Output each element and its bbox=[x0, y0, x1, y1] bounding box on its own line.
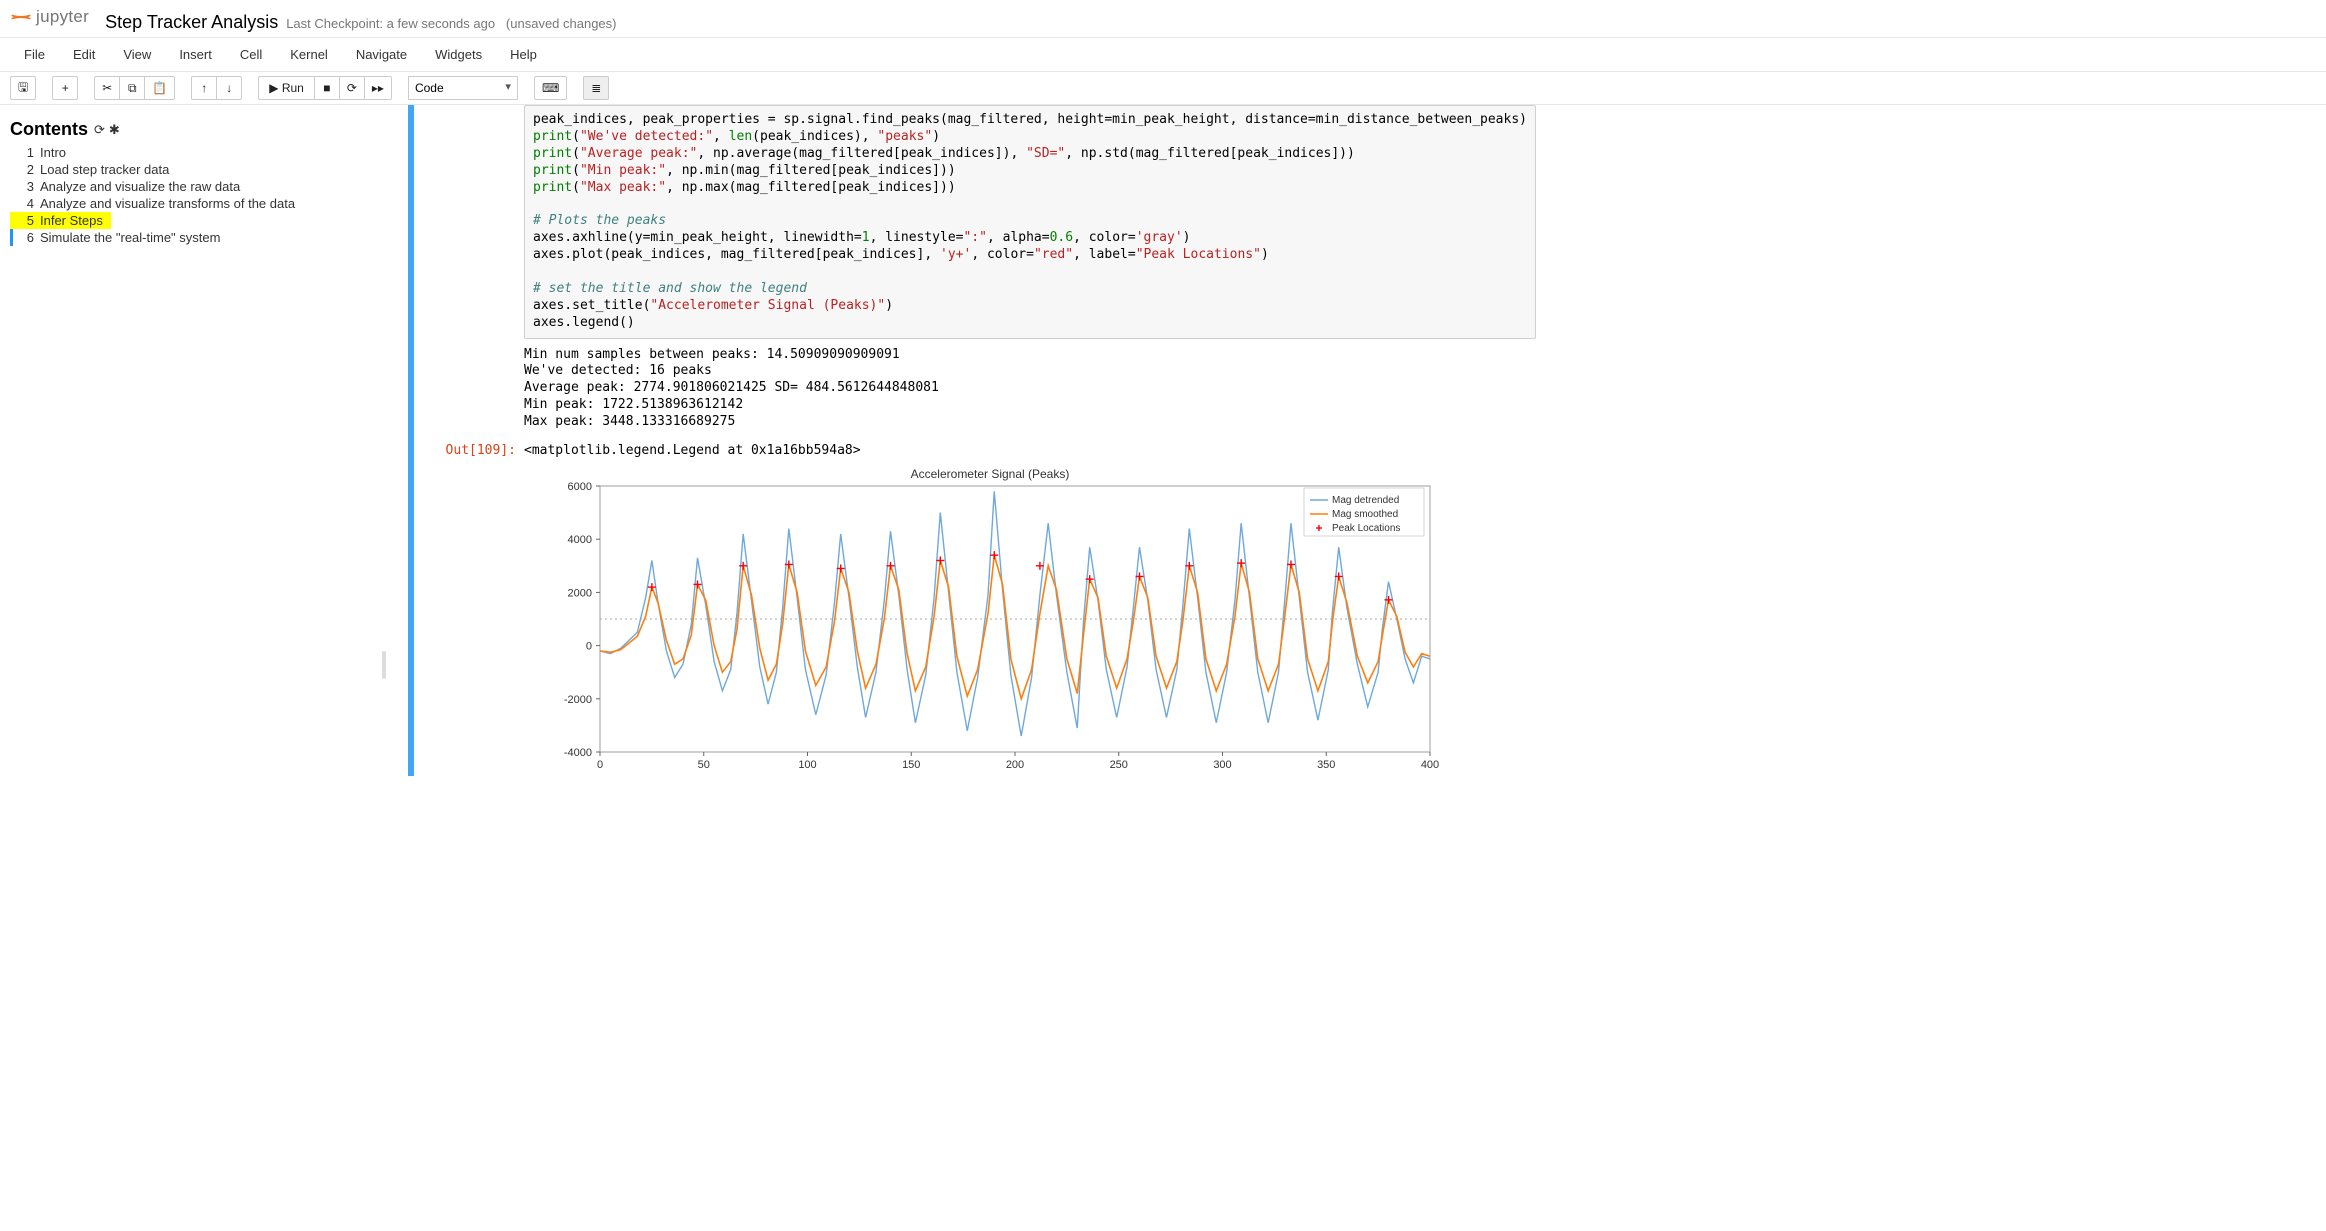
chart-output: Accelerometer Signal (Peaks) -4000 -2000 0 2… bbox=[524, 458, 1440, 776]
checkpoint-text: Last Checkpoint: a few seconds ago (unsa… bbox=[286, 16, 616, 31]
copy-icon: ⧉ bbox=[128, 81, 137, 96]
checkpoint-label: Last Checkpoint: bbox=[286, 16, 383, 31]
toc-title-text: Contents bbox=[10, 119, 88, 140]
svg-text:6000: 6000 bbox=[568, 481, 592, 493]
svg-text:350: 350 bbox=[1317, 759, 1335, 771]
menu-navigate[interactable]: Navigate bbox=[342, 41, 421, 68]
notebook-title[interactable]: Step Tracker Analysis bbox=[105, 12, 278, 33]
svg-text:50: 50 bbox=[698, 759, 710, 771]
menu-view[interactable]: View bbox=[109, 41, 165, 68]
celltype-value: Code bbox=[415, 81, 444, 95]
list-icon: ≣ bbox=[591, 81, 601, 95]
refresh-icon[interactable]: ⟳ bbox=[94, 122, 105, 138]
toc-item-intro[interactable]: 1Intro bbox=[10, 144, 370, 161]
svg-text:-4000: -4000 bbox=[564, 747, 592, 759]
move-down-button[interactable]: ↓ bbox=[216, 76, 242, 100]
keyboard-icon: ⌨ bbox=[542, 81, 559, 95]
run-button[interactable]: ▶ Run bbox=[258, 76, 315, 100]
menu-help[interactable]: Help bbox=[496, 41, 551, 68]
unsaved-label: (unsaved changes) bbox=[506, 16, 617, 31]
menu-widgets[interactable]: Widgets bbox=[421, 41, 496, 68]
stop-button[interactable]: ■ bbox=[314, 76, 340, 100]
menu-bar: File Edit View Insert Cell Kernel Naviga… bbox=[0, 38, 2326, 72]
menu-kernel[interactable]: Kernel bbox=[276, 41, 342, 68]
restart-run-all-button[interactable]: ▸▸ bbox=[364, 76, 392, 100]
code-cell[interactable]: peak_indices, peak_properties = sp.signa… bbox=[408, 105, 2306, 776]
toolbar: 🖫 + ✂ ⧉ 📋 ↑ ↓ ▶ Run ■ ⟳ ▸▸ Code ⌨ ≣ bbox=[0, 72, 2326, 105]
checkpoint-time: a few seconds ago bbox=[387, 16, 495, 31]
toc-item-load[interactable]: 2Load step tracker data bbox=[10, 161, 370, 178]
toc-item-raw[interactable]: 3Analyze and visualize the raw data bbox=[10, 178, 370, 195]
svg-text:4000: 4000 bbox=[568, 534, 592, 546]
toc-heading: Contents ⟳ ✱ bbox=[10, 119, 370, 140]
cut-icon: ✂ bbox=[102, 81, 112, 95]
toc-sidebar: Contents ⟳ ✱ 1Intro 2Load step tracker d… bbox=[0, 105, 380, 1224]
notebook-header: jupyter Step Tracker Analysis Last Check… bbox=[0, 0, 2326, 38]
stdout-prompt bbox=[414, 339, 524, 439]
menu-cell[interactable]: Cell bbox=[226, 41, 276, 68]
paste-icon: 📋 bbox=[152, 81, 167, 95]
code-editor[interactable]: peak_indices, peak_properties = sp.signa… bbox=[524, 105, 1536, 339]
svg-text:150: 150 bbox=[902, 759, 920, 771]
input-prompt bbox=[414, 105, 524, 339]
toc-item-simulate[interactable]: 6Simulate the "real-time" system bbox=[10, 229, 370, 246]
move-up-button[interactable]: ↑ bbox=[191, 76, 217, 100]
svg-text:100: 100 bbox=[798, 759, 816, 771]
fast-forward-icon: ▸▸ bbox=[372, 81, 384, 95]
toc-list: 1Intro 2Load step tracker data 3Analyze … bbox=[10, 144, 370, 246]
menu-file[interactable]: File bbox=[10, 41, 59, 68]
command-palette-button[interactable]: ⌨ bbox=[534, 76, 567, 100]
svg-text:200: 200 bbox=[1006, 759, 1024, 771]
celltype-select[interactable]: Code bbox=[408, 76, 518, 100]
svg-text:2000: 2000 bbox=[568, 587, 592, 599]
svg-text:-2000: -2000 bbox=[564, 694, 592, 706]
svg-text:Mag smoothed: Mag smoothed bbox=[1332, 509, 1398, 520]
menu-edit[interactable]: Edit bbox=[59, 41, 109, 68]
save-icon: 🖫 bbox=[18, 78, 28, 99]
output-prompt: Out[109]: bbox=[414, 439, 524, 458]
stdout-output: Min num samples between peaks: 14.509090… bbox=[524, 339, 939, 439]
toc-item-infer[interactable]: 5Infer Steps bbox=[10, 212, 111, 229]
svg-text:0: 0 bbox=[586, 641, 592, 653]
jupyter-icon bbox=[10, 6, 32, 28]
main-area: Contents ⟳ ✱ 1Intro 2Load step tracker d… bbox=[0, 105, 2326, 1224]
restart-icon: ⟳ bbox=[347, 81, 357, 95]
cut-button[interactable]: ✂ bbox=[94, 76, 120, 100]
svg-text:Mag detrended: Mag detrended bbox=[1332, 495, 1399, 506]
svg-text:Peak Locations: Peak Locations bbox=[1332, 523, 1400, 534]
sidebar-splitter[interactable] bbox=[380, 105, 388, 1224]
svg-text:0: 0 bbox=[597, 759, 603, 771]
copy-button[interactable]: ⧉ bbox=[119, 76, 145, 100]
toc-item-transforms[interactable]: 4Analyze and visualize transforms of the… bbox=[10, 195, 370, 212]
add-cell-button[interactable]: + bbox=[52, 76, 78, 100]
notebook-area: peak_indices, peak_properties = sp.signa… bbox=[388, 105, 2326, 1224]
output-repr: <matplotlib.legend.Legend at 0x1a16bb594… bbox=[524, 439, 861, 458]
restart-button[interactable]: ⟳ bbox=[339, 76, 365, 100]
toc-toggle-button[interactable]: ≣ bbox=[583, 76, 609, 100]
accelerometer-chart: Accelerometer Signal (Peaks) -4000 -2000 0 2… bbox=[540, 466, 1440, 776]
svg-text:300: 300 bbox=[1213, 759, 1231, 771]
svg-text:Accelerometer Signal (Peaks): Accelerometer Signal (Peaks) bbox=[911, 467, 1070, 481]
jupyter-logo[interactable]: jupyter bbox=[10, 6, 89, 28]
menu-insert[interactable]: Insert bbox=[165, 41, 226, 68]
save-button[interactable]: 🖫 bbox=[10, 76, 36, 100]
paste-button[interactable]: 📋 bbox=[144, 76, 175, 100]
svg-text:400: 400 bbox=[1421, 759, 1439, 771]
gear-icon[interactable]: ✱ bbox=[109, 122, 120, 138]
svg-text:250: 250 bbox=[1110, 759, 1128, 771]
jupyter-logo-text: jupyter bbox=[36, 7, 89, 27]
